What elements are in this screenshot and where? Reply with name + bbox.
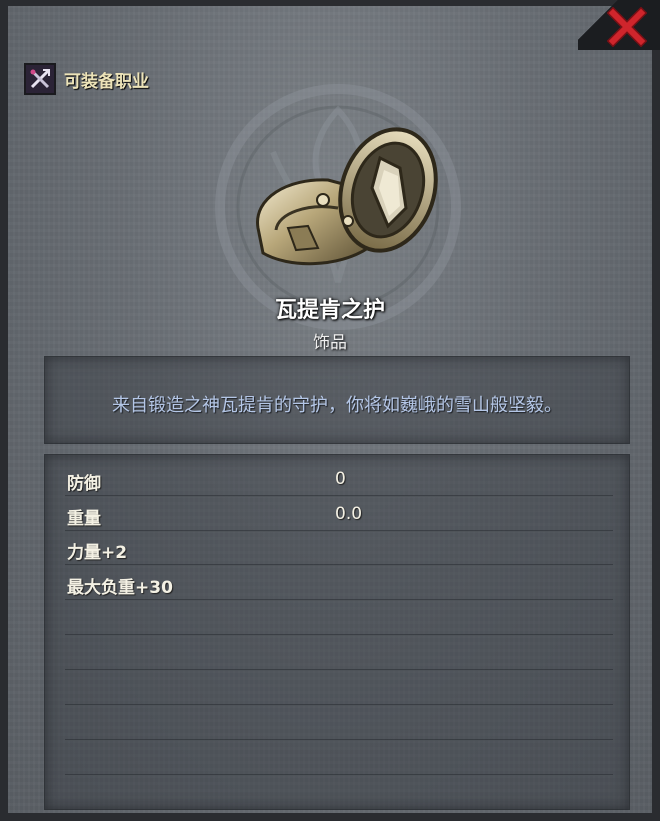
- divider: [65, 774, 613, 776]
- divider: [65, 704, 613, 706]
- equippable-class-label: 可装备职业: [64, 71, 149, 92]
- equippable-class-header: 可装备职业: [24, 62, 149, 96]
- item-name: 瓦提肯之护: [274, 298, 385, 323]
- item-description: 来自锻造之神瓦提肯的守护，你将如巍峨的雪山般坚毅。: [112, 395, 562, 416]
- close-button[interactable]: [604, 6, 650, 48]
- stat-label-weight: 重量: [67, 509, 101, 529]
- item-type: 饰品: [313, 333, 347, 353]
- stats-box: 防御 0 重量 0.0 力量+2 最大负重+30: [44, 454, 630, 810]
- bonus-strength: 力量+2: [67, 543, 128, 563]
- stat-label-defense: 防御: [67, 474, 101, 494]
- divider: [65, 739, 613, 741]
- divider: [65, 669, 613, 671]
- close-x-icon: [607, 7, 647, 47]
- stat-value-defense: 0: [335, 469, 346, 489]
- ring-icon: [256, 127, 438, 266]
- description-box: 来自锻造之神瓦提肯的守护，你将如巍峨的雪山般坚毅。: [44, 356, 630, 444]
- divider: [65, 495, 613, 497]
- stat-value-weight: 0.0: [335, 504, 363, 524]
- bonus-max-load: 最大负重+30: [67, 578, 173, 598]
- divider: [65, 634, 613, 636]
- crossed-weapons-icon: [24, 63, 56, 95]
- divider: [65, 599, 613, 601]
- divider: [65, 564, 613, 566]
- item-tooltip-panel: 可装备职业 瓦提肯之护 饰品 来自锻造之神瓦提肯的守护，你将如巍峨的雪山般坚毅。…: [0, 0, 660, 821]
- divider: [65, 530, 613, 532]
